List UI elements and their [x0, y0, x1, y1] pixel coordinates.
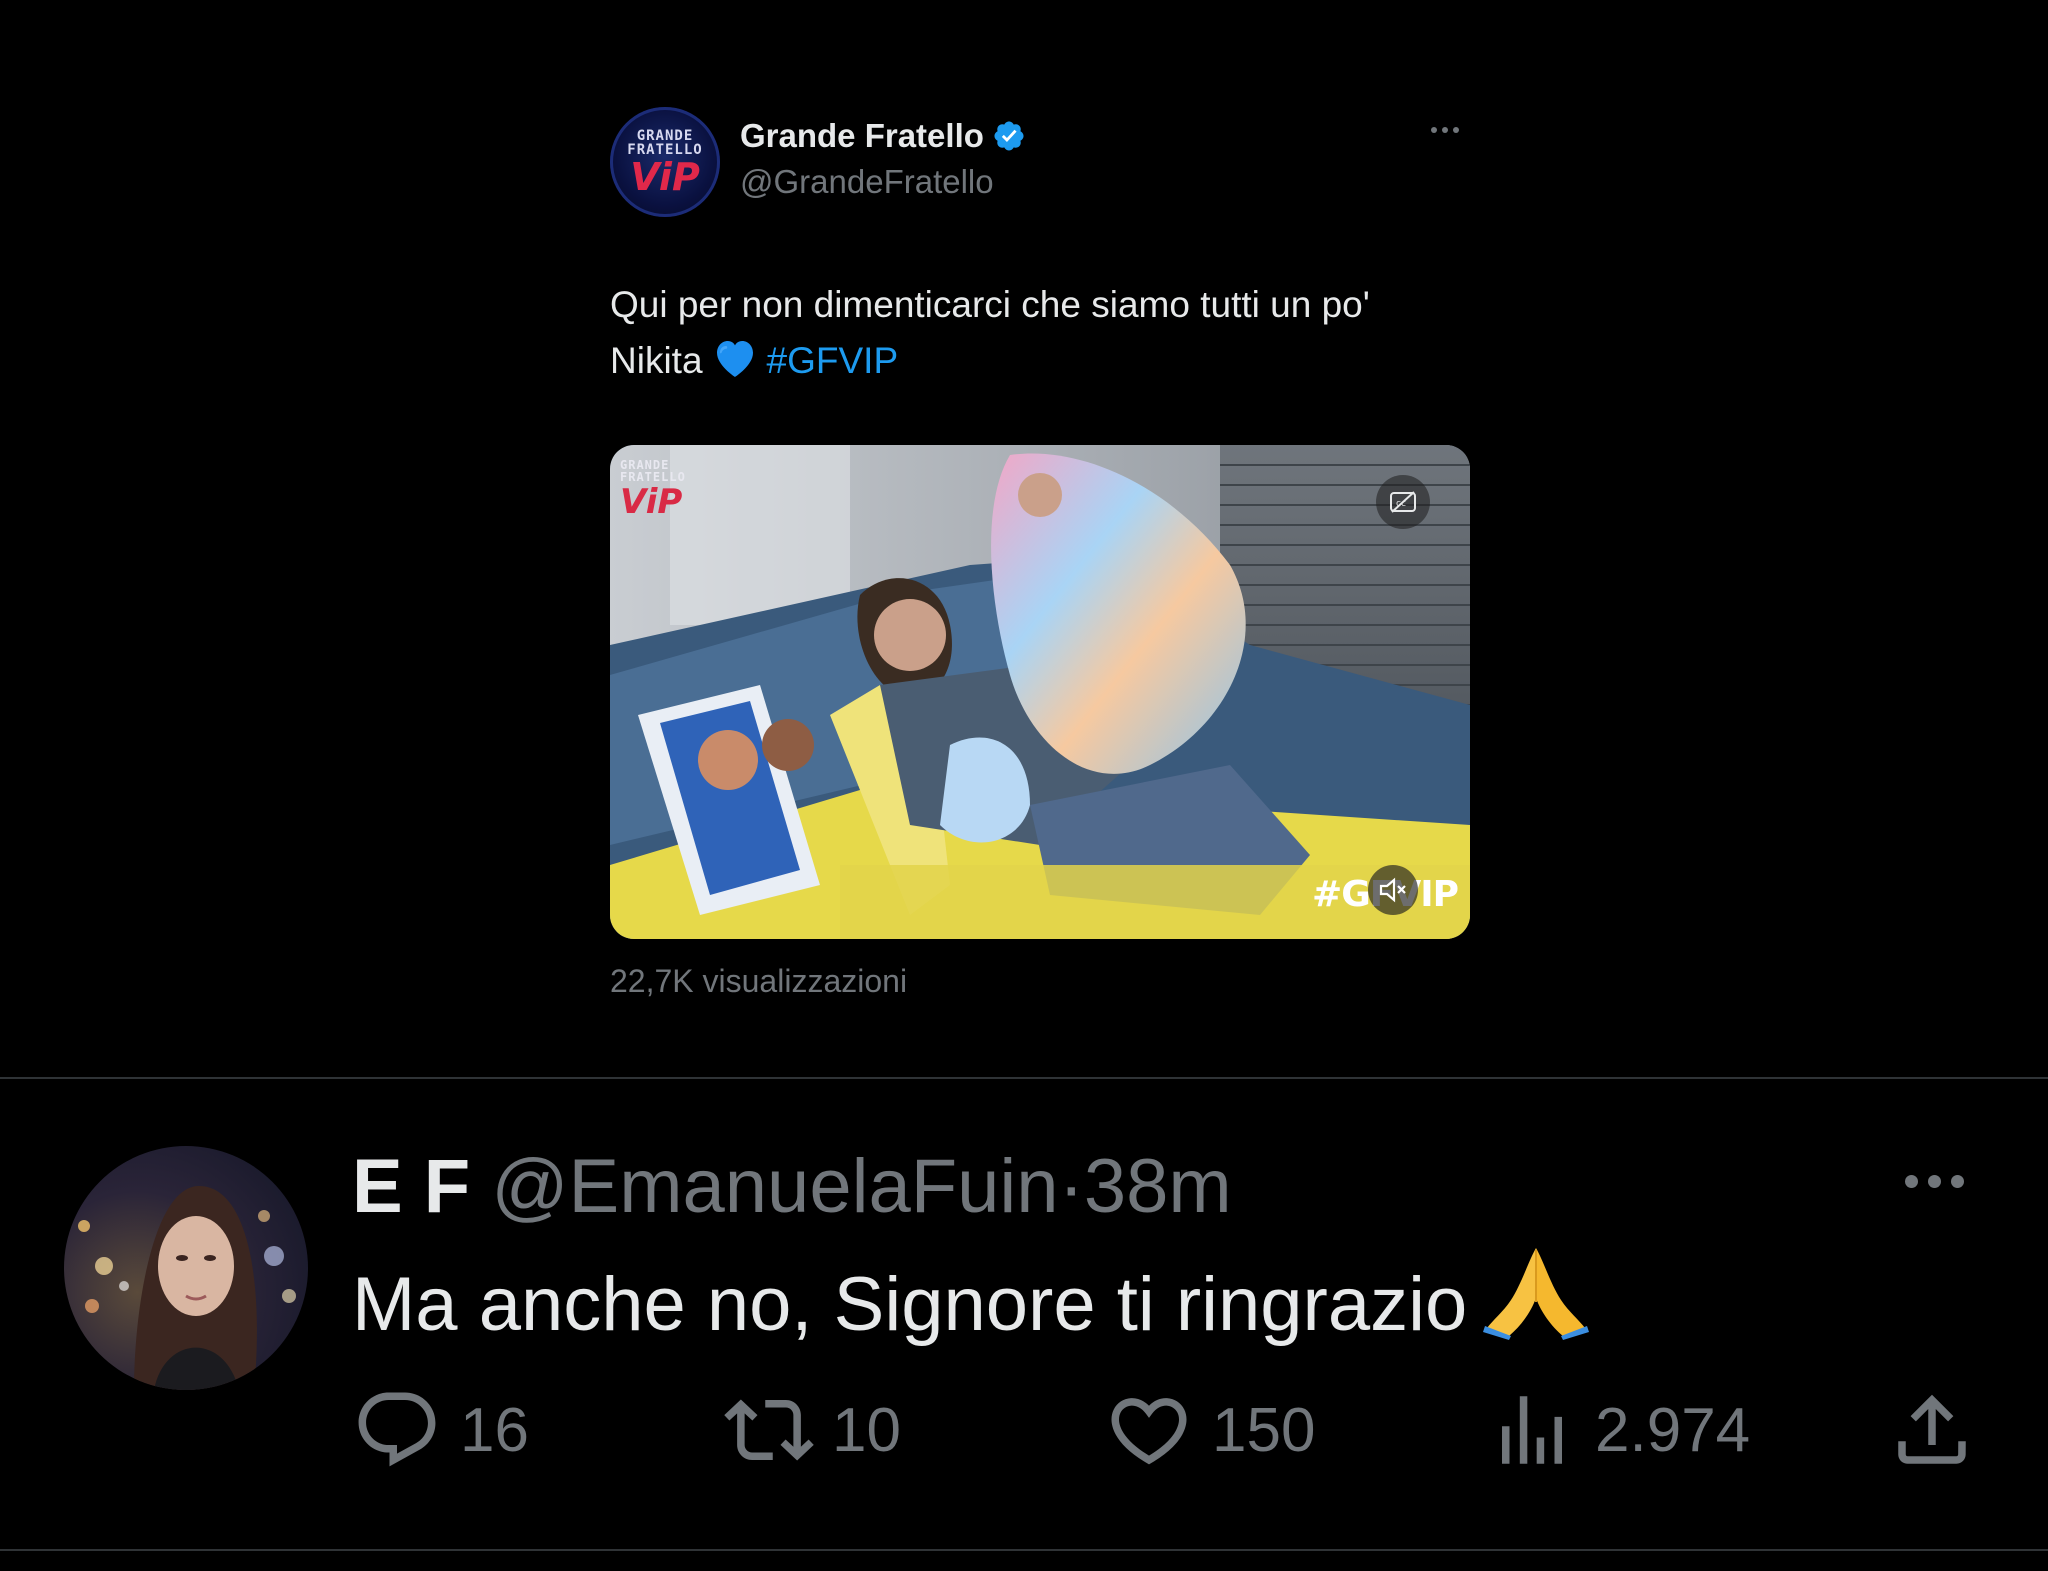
reply-timestamp[interactable]: 38m: [1084, 1144, 1232, 1229]
retweet-icon: [724, 1399, 814, 1461]
reply-tweet-header: E F @EmanuelaFuin·38m: [352, 1142, 1232, 1232]
captions-off-icon[interactable]: cc: [1376, 475, 1430, 529]
retweet-count: 10: [832, 1395, 901, 1465]
reply-more-options-icon[interactable]: [1894, 1166, 1974, 1196]
quoted-tweet-author-name[interactable]: Grande Fratello: [740, 117, 984, 155]
like-button[interactable]: 150: [1104, 1385, 1315, 1475]
share-button[interactable]: [1887, 1385, 1977, 1475]
reply-text-body: Ma anche no, Signore ti ringrazio: [352, 1262, 1468, 1347]
video-logo-top: GRANDE FRATELLO: [620, 458, 686, 484]
quoted-tweet-text: Qui per non dimenticarci che siamo tutti…: [610, 277, 1470, 395]
avatar-photo: [78, 1186, 296, 1390]
blue-heart-icon: [711, 335, 759, 395]
video-player[interactable]: GRANDEFRATELLO ViP cc #GFVIP: [610, 445, 1470, 939]
avatar-logo-top: GRANDE FRATELLO: [627, 128, 703, 158]
avatar-logo-vip: ViP: [630, 155, 700, 199]
reply-author-avatar[interactable]: [64, 1146, 308, 1390]
hashtag-link[interactable]: #GFVIP: [767, 340, 899, 381]
quoted-more-options-icon[interactable]: [1420, 115, 1470, 145]
divider-bottom: [0, 1549, 2048, 1551]
reply-author-name[interactable]: E F: [352, 1144, 470, 1229]
share-icon: [1898, 1394, 1966, 1464]
reply-button[interactable]: 16: [352, 1385, 529, 1475]
retweet-button[interactable]: 10: [724, 1385, 901, 1475]
quoted-tweet-views: 22,7K visualizzazioni: [610, 963, 908, 999]
speaker-muted-icon[interactable]: [1368, 865, 1418, 915]
reply-tweet-text: Ma anche no, Signore ti ringrazio: [352, 1240, 1591, 1365]
reply-count: 16: [460, 1395, 529, 1465]
divider: [0, 1077, 2048, 1079]
tweet-actions-bar: 16 10 150 2.974: [352, 1385, 1982, 1475]
analytics-icon: [1502, 1396, 1562, 1464]
separator-dot: ·: [1058, 1144, 1084, 1229]
video-channel-logo: GRANDE FRATELLO ViP: [620, 459, 710, 519]
views-count: 2.974: [1595, 1395, 1751, 1465]
video-logo-vip: ViP: [620, 482, 683, 522]
heart-icon: [1111, 1398, 1187, 1465]
video-frame: [610, 445, 1470, 939]
folded-hands-icon: [1481, 1240, 1591, 1365]
reply-author-handle[interactable]: @EmanuelaFuin: [491, 1144, 1058, 1229]
views-button[interactable]: 2.974: [1487, 1385, 1750, 1475]
quoted-tweet-name-row: Grande Fratello: [740, 117, 1026, 155]
like-count: 150: [1212, 1395, 1316, 1465]
quoted-tweet-avatar[interactable]: GRANDE FRATELLO ViP: [610, 107, 720, 217]
reply-icon: [358, 1392, 436, 1467]
verified-badge-icon: [994, 121, 1024, 151]
quoted-tweet-handle[interactable]: @GrandeFratello: [740, 163, 994, 201]
